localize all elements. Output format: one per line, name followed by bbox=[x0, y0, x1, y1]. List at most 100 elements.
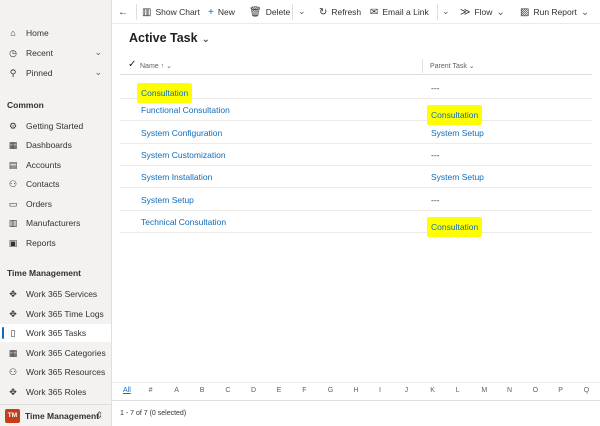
sidebar-item-contacts[interactable]: ⚇ Contacts bbox=[0, 175, 111, 193]
column-header-name[interactable]: Name ↑ ⌄ bbox=[140, 62, 172, 70]
email-link-button[interactable]: ✉ Email a Link bbox=[370, 0, 429, 24]
area-switcher[interactable]: TM Time Management ⇕ bbox=[0, 404, 111, 426]
parent-task-empty: --- bbox=[431, 149, 440, 160]
select-all-checkbox[interactable]: ✓ bbox=[128, 59, 136, 70]
jump-letter[interactable]: P bbox=[558, 387, 563, 394]
jump-letter[interactable]: A bbox=[174, 387, 179, 394]
sidebar-item-dashboards[interactable]: ▦ Dashboards bbox=[0, 136, 111, 154]
table-row[interactable]: System Installation System Setup bbox=[120, 166, 592, 189]
sidebar-item-work365-time-logs[interactable]: ✥ Work 365 Time Logs bbox=[0, 305, 111, 323]
trash-icon: 🗑 bbox=[249, 6, 262, 18]
chevron-down-icon: ⌄ bbox=[94, 67, 102, 77]
sidebar-item-reports[interactable]: ▣ Reports bbox=[0, 234, 111, 252]
table-row[interactable]: System Configuration System Setup bbox=[120, 122, 592, 144]
jump-letter[interactable]: N bbox=[507, 387, 512, 394]
chevron-down-icon[interactable]: ⌄ bbox=[298, 6, 306, 17]
jump-letter[interactable]: All bbox=[123, 387, 131, 394]
parent-task-empty: --- bbox=[431, 83, 440, 93]
run-report-button[interactable]: ▨ Run Report ⌄ bbox=[520, 0, 593, 24]
sidebar-item-label: Work 365 Roles bbox=[26, 387, 87, 397]
sidebar-item-pinned[interactable]: ⚲ Pinned ⌄ bbox=[0, 64, 111, 82]
sidebar-item-work365-services[interactable]: ✥ Work 365 Services bbox=[0, 285, 111, 303]
puzzle-icon: ✥ bbox=[9, 308, 17, 319]
column-header-parent-task[interactable]: Parent Task ⌄ bbox=[430, 62, 475, 70]
task-name-link[interactable]: System Setup bbox=[141, 195, 194, 205]
jump-letter[interactable]: Q bbox=[584, 387, 589, 394]
column-header-name-label: Name ↑ bbox=[140, 63, 165, 70]
jump-letter[interactable]: K bbox=[430, 387, 435, 394]
table-row[interactable]: Consultation --- bbox=[120, 77, 592, 103]
sidebar-item-label: Pinned bbox=[26, 68, 53, 78]
sidebar-item-getting-started[interactable]: ⚙ Getting Started bbox=[0, 117, 111, 135]
jump-letter[interactable]: # bbox=[149, 387, 153, 394]
jump-letter[interactable]: M bbox=[481, 387, 487, 394]
task-name-link[interactable]: System Customization bbox=[141, 150, 226, 160]
sidebar-item-recent[interactable]: ◷ Recent ⌄ bbox=[0, 44, 111, 62]
chart-icon: ▥ bbox=[142, 6, 152, 18]
task-name-link[interactable]: Technical Consultation bbox=[141, 217, 226, 227]
area-label: Time Management bbox=[25, 410, 100, 421]
parent-task-link[interactable]: System Setup bbox=[431, 128, 484, 138]
view-selector[interactable]: Active Task ⌄ bbox=[129, 31, 210, 45]
jump-letter[interactable]: E bbox=[277, 387, 282, 394]
chevron-down-icon: ⌄ bbox=[496, 6, 505, 18]
jump-letter[interactable]: B bbox=[200, 387, 205, 394]
dashboard-icon: ▦ bbox=[8, 139, 18, 150]
jump-letter[interactable]: D bbox=[251, 387, 256, 394]
chevron-updown-icon: ⇕ bbox=[95, 410, 103, 420]
report-icon: ▨ bbox=[520, 6, 530, 18]
refresh-button[interactable]: ↻ Refresh bbox=[319, 0, 361, 24]
show-chart-label: Show Chart bbox=[155, 7, 200, 17]
jump-bar: All # A B C D E F G H I J K L M N O P Q bbox=[112, 382, 600, 400]
record-count: 1 - 7 of 7 (0 selected) bbox=[120, 410, 187, 417]
jump-letter[interactable]: I bbox=[379, 387, 381, 394]
page-title: Active Task bbox=[129, 31, 198, 45]
sidebar-item-work365-resources[interactable]: ⚇ Work 365 Resources bbox=[0, 363, 111, 381]
table-row[interactable]: System Customization --- bbox=[120, 144, 592, 166]
column-divider[interactable] bbox=[422, 59, 423, 73]
sidebar-item-manufacturers[interactable]: ▥ Manufacturers bbox=[0, 214, 111, 232]
jump-letter[interactable]: J bbox=[405, 387, 409, 394]
show-chart-button[interactable]: ▥ Show Chart bbox=[142, 0, 200, 24]
sidebar-item-accounts[interactable]: ▤ Accounts bbox=[0, 156, 111, 174]
accounts-icon: ▤ bbox=[8, 159, 18, 170]
jump-letter[interactable]: O bbox=[533, 387, 538, 394]
sidebar-item-orders[interactable]: ▭ Orders bbox=[0, 195, 111, 213]
refresh-icon: ↻ bbox=[319, 6, 328, 18]
column-header-parent-label: Parent Task bbox=[430, 63, 467, 70]
back-button[interactable]: ← bbox=[118, 0, 132, 24]
sidebar-item-work365-categories[interactable]: ▦ Work 365 Categories bbox=[0, 344, 111, 362]
task-name-link[interactable]: Functional Consultation bbox=[141, 105, 230, 115]
delete-button[interactable]: 🗑 Delete bbox=[249, 0, 290, 24]
back-arrow-icon: ← bbox=[118, 6, 128, 18]
chevron-down-icon: ⌄ bbox=[166, 63, 172, 70]
flow-button[interactable]: ≫ Flow ⌄ bbox=[460, 0, 509, 24]
jump-letter[interactable]: C bbox=[225, 387, 230, 394]
task-name-link[interactable]: System Configuration bbox=[141, 128, 222, 138]
new-button[interactable]: + New bbox=[208, 0, 235, 24]
parent-task-link[interactable]: System Setup bbox=[431, 172, 484, 182]
task-icon: ▯ bbox=[10, 327, 16, 338]
sidebar-item-work365-tasks[interactable]: ▯ Work 365 Tasks bbox=[0, 324, 111, 342]
table-row[interactable]: Functional Consultation Consultation bbox=[120, 99, 592, 126]
sidebar-item-label: Work 365 Resources bbox=[26, 367, 106, 377]
chevron-down-icon[interactable]: ⌄ bbox=[442, 6, 450, 17]
delete-label: Delete bbox=[265, 7, 291, 17]
refresh-label: Refresh bbox=[331, 7, 362, 17]
status-bar: 1 - 7 of 7 (0 selected) bbox=[112, 400, 600, 426]
jump-letter[interactable]: L bbox=[456, 387, 460, 394]
sidebar-item-label: Orders bbox=[26, 199, 52, 209]
jump-letter[interactable]: H bbox=[353, 387, 358, 394]
table-row[interactable]: Technical Consultation Consultation bbox=[120, 211, 592, 237]
sidebar-item-work365-roles[interactable]: ✥ Work 365 Roles bbox=[0, 383, 111, 401]
sidebar-item-label: Work 365 Categories bbox=[26, 348, 106, 358]
jump-letter[interactable]: F bbox=[302, 387, 306, 394]
parent-task-link[interactable]: Consultation bbox=[427, 216, 483, 237]
jump-letter[interactable]: G bbox=[328, 387, 333, 394]
sidebar-item-home[interactable]: ⌂ Home bbox=[0, 24, 111, 42]
sidebar-item-label: Manufacturers bbox=[26, 218, 81, 228]
table-row[interactable]: System Setup --- bbox=[120, 189, 592, 211]
home-icon: ⌂ bbox=[10, 28, 16, 38]
gear-icon: ⚙ bbox=[8, 120, 18, 131]
task-name-link[interactable]: System Installation bbox=[141, 172, 212, 182]
